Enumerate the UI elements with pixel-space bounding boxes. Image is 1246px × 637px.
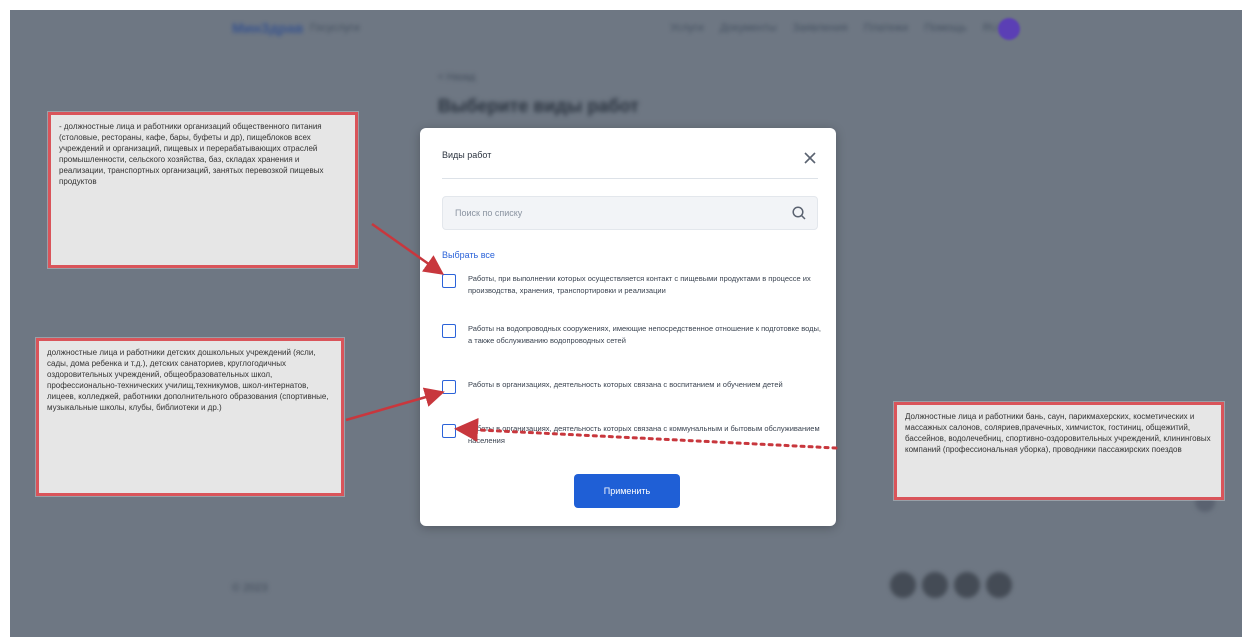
- modal-title: Виды работ: [442, 150, 492, 160]
- social-links: [890, 572, 1012, 598]
- callout-education: должностные лица и работники детских дош…: [36, 338, 344, 496]
- nav-item[interactable]: Платежи: [864, 22, 909, 34]
- nav-item[interactable]: Услуги: [670, 22, 704, 34]
- social-icon[interactable]: [922, 572, 948, 598]
- social-icon[interactable]: [954, 572, 980, 598]
- page-title: Выберите виды работ: [438, 96, 639, 116]
- checkbox[interactable]: [442, 324, 456, 338]
- work-types-modal: Виды работ Выбрать все Работы, при выпол…: [420, 128, 836, 526]
- nav-item[interactable]: Помощь: [924, 22, 967, 34]
- checkbox[interactable]: [442, 380, 456, 394]
- breadcrumb[interactable]: < Назад: [438, 72, 475, 83]
- option-label: Работы, при выполнении которых осуществл…: [468, 274, 811, 295]
- option-label: Работы на водопроводных сооружениях, име…: [468, 324, 822, 345]
- close-icon[interactable]: [800, 148, 820, 168]
- callout-catering: - должностные лица и работники организац…: [48, 112, 358, 268]
- callout-household-services: Должностные лица и работники бань, саун,…: [894, 402, 1224, 500]
- apply-button[interactable]: Применить: [574, 474, 680, 508]
- language-switch[interactable]: RU: [983, 22, 999, 34]
- nav-item[interactable]: Заявления: [793, 22, 848, 34]
- modal-divider: [442, 178, 818, 179]
- search-input[interactable]: [443, 197, 787, 229]
- screen: МинЗдрав Госуслуги Услуги Документы Заяв…: [10, 10, 1242, 637]
- search-box: [442, 196, 818, 230]
- avatar[interactable]: [998, 18, 1020, 40]
- social-icon[interactable]: [986, 572, 1012, 598]
- site-nav: Услуги Документы Заявления Платежи Помощ…: [670, 22, 999, 34]
- checkbox[interactable]: [442, 424, 456, 438]
- checkbox[interactable]: [442, 274, 456, 288]
- site-header: МинЗдрав Госуслуги Услуги Документы Заяв…: [10, 10, 1242, 50]
- social-icon[interactable]: [890, 572, 916, 598]
- site-logo-subtitle: Госуслуги: [310, 22, 360, 34]
- site-logo[interactable]: МинЗдрав: [232, 20, 303, 36]
- footer-copyright: © 2023: [232, 582, 268, 594]
- nav-item[interactable]: Документы: [720, 22, 777, 34]
- option-label: Работы в организациях, деятельность кото…: [468, 380, 783, 389]
- option-label: Работы в организациях, деятельность кото…: [468, 424, 820, 445]
- search-icon[interactable]: [791, 205, 807, 221]
- select-all-link[interactable]: Выбрать все: [442, 250, 495, 260]
